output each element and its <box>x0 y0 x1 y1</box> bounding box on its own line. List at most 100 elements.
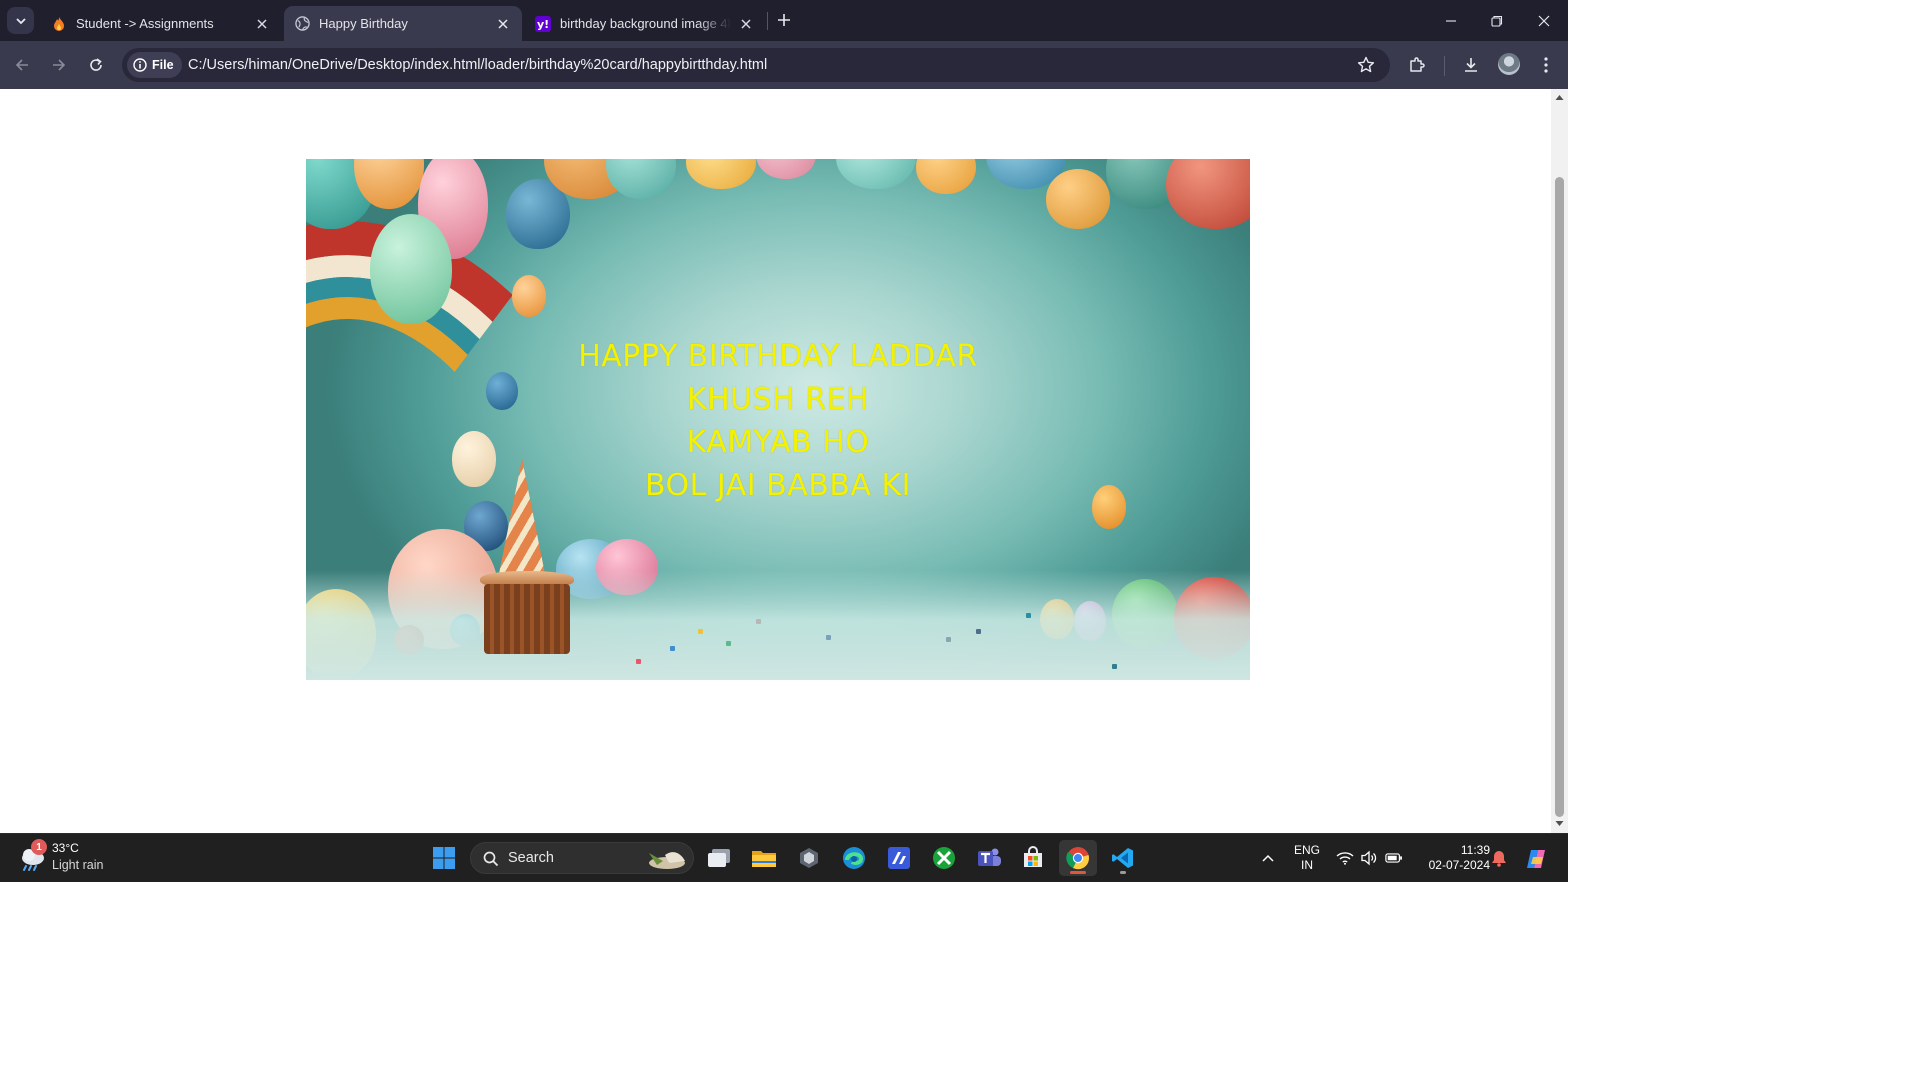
file-explorer-button[interactable] <box>745 840 783 876</box>
confetti <box>976 629 981 634</box>
birthday-message: HAPPY BIRTHDAY LADDAR KHUSH REH KAMYAB H… <box>306 335 1250 507</box>
downloads-button[interactable] <box>1458 52 1484 78</box>
clock-time: 11:39 <box>1460 843 1490 857</box>
scroll-up-arrow[interactable] <box>1555 93 1564 102</box>
balloon <box>606 159 676 199</box>
search-icon <box>483 851 499 867</box>
wifi-status[interactable] <box>1336 849 1354 867</box>
tab-happy-birthday[interactable]: Happy Birthday <box>284 6 522 41</box>
url-text[interactable]: C:/Users/himan/OneDrive/Desktop/index.ht… <box>188 48 767 82</box>
language-indicator[interactable]: ENG IN <box>1290 843 1324 873</box>
confetti <box>1026 613 1031 618</box>
app-icon <box>888 847 910 869</box>
tab-search-button[interactable] <box>7 7 34 34</box>
show-hidden-icons-button[interactable] <box>1259 849 1277 867</box>
teams-button[interactable] <box>970 840 1008 876</box>
address-bar[interactable]: File C:/Users/himan/OneDrive/Desktop/ind… <box>122 48 1390 82</box>
back-button[interactable] <box>9 52 35 78</box>
windows-logo-icon <box>433 847 455 869</box>
language-code: ENG <box>1293 843 1320 857</box>
balloon <box>686 159 756 189</box>
store-button[interactable] <box>1014 840 1052 876</box>
taskbar-app-button[interactable] <box>880 840 918 876</box>
notification-badge: 1 <box>31 839 47 855</box>
chrome-button[interactable] <box>1059 840 1097 876</box>
confetti <box>946 637 951 642</box>
active-indicator <box>1070 871 1086 874</box>
chevron-down-icon <box>15 17 26 24</box>
start-button[interactable] <box>425 840 463 876</box>
tab-separator <box>767 12 768 30</box>
volume-status[interactable] <box>1360 849 1378 867</box>
minimize-button[interactable] <box>1428 0 1474 41</box>
xbox-button[interactable] <box>925 840 963 876</box>
more-vert-icon <box>1544 57 1548 73</box>
xbox-icon <box>933 847 955 869</box>
message-line: BOL JAI BABBA KI <box>645 468 911 503</box>
wifi-icon <box>1336 852 1354 865</box>
extensions-button[interactable] <box>1404 52 1430 78</box>
arrow-left-icon <box>15 59 28 71</box>
info-icon <box>133 58 147 72</box>
new-tab-button[interactable] <box>774 10 794 30</box>
bell-icon <box>1492 851 1506 867</box>
running-indicator <box>1120 871 1126 874</box>
forward-button[interactable] <box>46 52 72 78</box>
confetti <box>756 619 761 624</box>
notifications-button[interactable] <box>1490 849 1508 867</box>
reload-button[interactable] <box>83 52 109 78</box>
copilot-icon <box>1527 850 1545 868</box>
close-icon[interactable] <box>737 15 755 33</box>
tab-student-assignments[interactable]: Student -> Assignments <box>41 6 281 41</box>
message-line: KHUSH REH <box>686 382 870 417</box>
scrollbar-thumb[interactable] <box>1555 177 1564 817</box>
taskbar-search[interactable]: Search <box>470 842 694 874</box>
tab-title: Student -> Assignments <box>76 16 214 31</box>
tab-title: birthday background image 4k <box>560 16 731 31</box>
balloon <box>370 214 452 324</box>
confetti <box>670 646 675 651</box>
confetti <box>636 659 641 664</box>
restore-button[interactable] <box>1474 0 1520 41</box>
edge-icon <box>843 847 865 869</box>
vertical-scrollbar[interactable] <box>1551 89 1568 833</box>
chrome-icon <box>1066 847 1089 870</box>
task-view-icon <box>708 849 730 867</box>
confetti <box>726 641 731 646</box>
bookmark-button[interactable] <box>1356 55 1376 75</box>
tab-birthday-background[interactable]: y! birthday background image 4k <box>525 6 765 41</box>
cake <box>484 584 570 654</box>
floor <box>306 570 1250 680</box>
minimize-icon <box>1446 19 1456 22</box>
clock[interactable]: 11:39 02-07-2024 <box>1414 843 1490 873</box>
speaker-icon <box>1361 850 1377 866</box>
copilot-button[interactable] <box>1524 847 1548 871</box>
globe-icon <box>294 16 310 32</box>
scroll-down-arrow[interactable] <box>1555 819 1564 828</box>
taskbar-app-button[interactable] <box>790 840 828 876</box>
balloon <box>916 159 976 194</box>
close-window-button[interactable] <box>1521 0 1567 41</box>
profile-avatar[interactable] <box>1498 53 1520 75</box>
page-viewport: HAPPY BIRTHDAY LADDAR KHUSH REH KAMYAB H… <box>0 89 1551 833</box>
battery-status[interactable] <box>1385 849 1403 867</box>
edge-button[interactable] <box>835 840 873 876</box>
close-icon[interactable] <box>494 15 512 33</box>
tab-title: Happy Birthday <box>319 16 408 31</box>
close-icon[interactable] <box>253 15 271 33</box>
restore-icon <box>1491 15 1503 27</box>
puzzle-icon <box>1410 57 1425 72</box>
menu-button[interactable] <box>1533 52 1559 78</box>
folder-icon <box>752 851 776 867</box>
plus-icon <box>778 14 790 26</box>
chevron-up-icon <box>1262 854 1274 862</box>
balloon <box>756 159 816 179</box>
reload-icon <box>90 58 102 71</box>
search-label: Search <box>508 850 554 866</box>
confetti <box>826 635 831 640</box>
weather-description: Light rain <box>52 858 104 872</box>
star-icon <box>1357 56 1375 73</box>
message-line: KAMYAB HO <box>686 425 870 460</box>
task-view-button[interactable] <box>700 840 738 876</box>
vscode-button[interactable] <box>1104 840 1142 876</box>
